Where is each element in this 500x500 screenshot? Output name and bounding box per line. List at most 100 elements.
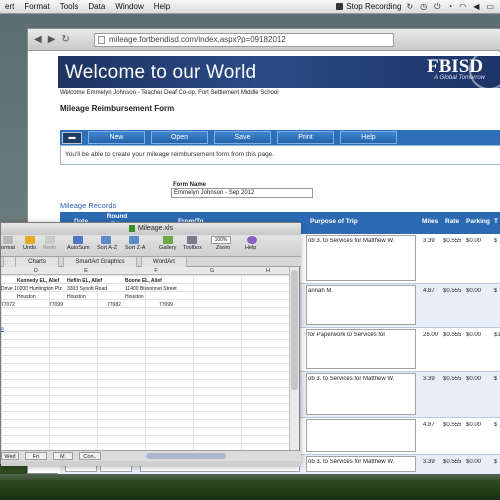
cell-e1[interactable]: Heflin EL, Alief	[67, 278, 102, 284]
col-e[interactable]: E	[81, 268, 91, 274]
cell-d1[interactable]: Kennedy EL, Alief	[17, 278, 59, 284]
col-d[interactable]: D	[31, 268, 41, 274]
column-headers: D E F G H	[1, 267, 291, 275]
tool-gallery[interactable]: Gallery	[159, 245, 176, 251]
forward-icon[interactable]: ▶	[48, 34, 56, 45]
print-button[interactable]: Print	[277, 131, 334, 144]
row-rate: $0.555	[443, 459, 462, 465]
zoom-select[interactable]: 100%	[211, 236, 231, 244]
volume-icon: ◀	[473, 2, 480, 11]
row-input-cell[interactable]	[306, 419, 416, 452]
sheet-tab-m[interactable]: M.	[53, 452, 73, 460]
help-button[interactable]: Help	[340, 131, 397, 144]
horizontal-scrollbar[interactable]	[146, 453, 226, 459]
banner-title: Welcome to our World	[65, 62, 257, 83]
autosum-icon[interactable]	[73, 236, 83, 244]
save-button[interactable]: Save	[214, 131, 271, 144]
wifi-icon: ◠	[459, 2, 467, 11]
help-icon[interactable]	[247, 236, 257, 244]
excel-ribbon-tabs: Charts SmartArt Graphics WordArt	[1, 257, 301, 267]
tool-undo[interactable]: Undo	[23, 245, 36, 251]
form-name-input[interactable]: Emmelyn Johnson - Sep 2012	[171, 188, 313, 198]
url-field[interactable]: mileage.fortbendisd.com/index.aspx?p=091…	[94, 33, 394, 47]
header-rate: Rate	[445, 218, 460, 225]
scroll-thumb[interactable]	[291, 270, 298, 390]
row-miles: 3.39	[423, 376, 435, 382]
sheet-tabs: Wed Fri M. Con..	[1, 450, 301, 466]
reload-icon[interactable]: ↻	[61, 34, 69, 45]
spreadsheet-grid[interactable]: D E F G H Kennedy EL, Alief Heflin EL, A…	[1, 267, 291, 450]
open-button[interactable]: Open	[151, 131, 208, 144]
new-button[interactable]: New	[88, 131, 145, 144]
cell-f4[interactable]: 77099	[159, 302, 173, 308]
menu-format[interactable]: Format	[19, 2, 54, 11]
gallery-icon[interactable]	[163, 236, 173, 244]
back-icon[interactable]: ◀	[34, 34, 42, 45]
battery-icon: ▭	[486, 2, 494, 11]
row-miles: 4.87	[423, 288, 435, 294]
row-miles: 3.39	[423, 459, 435, 465]
cell-d3[interactable]: Houston	[17, 294, 36, 300]
tool-autosum[interactable]: AutoSum	[67, 245, 90, 251]
row-total: $1	[494, 332, 500, 338]
form-toolbar: ▬ New Open Save Print Help	[60, 130, 500, 145]
sort-za-icon[interactable]	[129, 236, 139, 244]
header-t: T	[494, 218, 498, 225]
row-parking: $0.00	[466, 422, 482, 428]
menu-tools[interactable]: Tools	[55, 2, 84, 11]
tool-help[interactable]: Help	[245, 245, 256, 251]
status-bar	[1, 461, 301, 466]
cell-f1[interactable]: Boone EL, Alief	[125, 278, 162, 284]
tool-sort-az[interactable]: Sort A-Z	[97, 245, 117, 251]
sort-az-icon[interactable]	[101, 236, 111, 244]
row-parking: $0.00	[466, 332, 482, 338]
ribbon-smartart[interactable]: SmartArt Graphics	[63, 257, 137, 267]
cell-e2[interactable]: 3303 Synott Road	[67, 286, 107, 292]
power-icon: ⏻	[434, 1, 441, 11]
row-total: $	[494, 422, 498, 428]
format-icon[interactable]	[3, 236, 13, 244]
header-miles: Miles	[422, 218, 439, 225]
redo-icon[interactable]	[45, 236, 55, 244]
menu-window[interactable]: Window	[110, 2, 148, 11]
cell-f3[interactable]: Houston	[125, 294, 144, 300]
sheet-tab-con[interactable]: Con..	[79, 452, 101, 460]
col-f[interactable]: F	[151, 268, 161, 274]
row-total: $	[494, 459, 498, 465]
tool-format[interactable]: ormat	[1, 245, 15, 251]
col-g[interactable]: G	[207, 268, 217, 274]
row-purpose: for Paperwork to Services for	[308, 332, 386, 338]
row-parking: $0.00	[466, 459, 482, 465]
cell-e4[interactable]: 77082	[107, 302, 121, 308]
row-total: $	[494, 288, 498, 294]
ribbon-charts[interactable]: Charts	[15, 257, 59, 267]
cell-e3[interactable]: Houston	[67, 294, 86, 300]
toolbox-icon[interactable]	[187, 236, 197, 244]
dock-area	[0, 480, 500, 500]
cell-link[interactable]: a	[1, 326, 4, 332]
row-rate: $0.555	[443, 376, 462, 382]
undo-icon[interactable]	[25, 236, 35, 244]
sheet-tab-fri[interactable]: Fri	[25, 452, 47, 460]
sheet-tab-wed[interactable]: Wed	[1, 452, 19, 460]
timemachine-icon: ◔	[447, 2, 453, 11]
cell-d2[interactable]: Drive 10200 Huntington Plz	[1, 286, 62, 292]
tool-toolbox[interactable]: Toolbox	[183, 245, 202, 251]
menu-data[interactable]: Data	[83, 2, 110, 11]
row-parking: $0.00	[466, 238, 482, 244]
stop-recording-item[interactable]: Stop Recording ↻ ◷ ⏻ ◔ ◠ ◀ ▭	[336, 2, 500, 12]
col-h[interactable]: H	[263, 268, 273, 274]
vertical-scrollbar[interactable]	[289, 267, 299, 450]
cell-d4[interactable]: 77099	[49, 302, 63, 308]
menu-insert[interactable]: ert	[0, 2, 19, 11]
row-rate: $0.555	[443, 332, 462, 338]
cell-f2[interactable]: 11400 Bissonnet Street	[125, 286, 177, 292]
menu-help[interactable]: Help	[149, 2, 175, 11]
ribbon-wordart[interactable]: WordArt	[141, 257, 187, 267]
cell-c4[interactable]: 77072	[1, 302, 15, 308]
excel-filename: Mileage.xls	[137, 225, 173, 232]
tool-zoom[interactable]: Zoom	[216, 245, 230, 251]
tool-sort-za[interactable]: Sort Z-A	[125, 245, 145, 251]
excel-title-bar: Mileage.xls	[1, 223, 301, 235]
tool-redo[interactable]: Redo	[43, 245, 56, 251]
